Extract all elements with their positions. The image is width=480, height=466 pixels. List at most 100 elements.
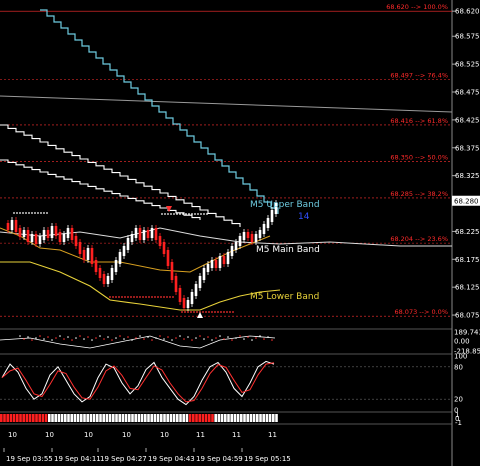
fib-label: 68.350 --> 50.0% [390, 154, 448, 162]
candle-body [30, 234, 34, 242]
fib-label: 68.620 --> 100.0% [386, 3, 448, 11]
candle-body [86, 248, 90, 260]
lower-band-line [0, 261, 281, 311]
current-price-label: 68.280 [454, 198, 479, 206]
candle-body [18, 228, 22, 237]
candle-body [46, 230, 50, 238]
signal-block [9, 414, 13, 422]
marker-dot [133, 296, 135, 298]
signal-block [92, 414, 96, 422]
ind1-dot [143, 338, 145, 340]
ind1-dot [139, 335, 141, 337]
ind1-dot [187, 336, 189, 338]
marker-dot [194, 213, 196, 215]
hour-label: 11 [196, 431, 205, 439]
candle-body [62, 234, 66, 242]
signal-block [211, 414, 214, 422]
marker-dot [161, 213, 163, 215]
marker-dot [154, 296, 156, 298]
time-label: 19 Sep 04:59 [196, 455, 243, 463]
ind1-dot [171, 339, 173, 341]
marker-dot [139, 296, 141, 298]
time-axis: 10 10 10 10 10 11 11 11 19 Sep 03:55 19 Sep 04:11… [3, 431, 291, 463]
signal-block [188, 414, 192, 422]
candle-body [238, 236, 242, 246]
price-tick-label: 68.175 [455, 256, 480, 264]
time-label: 19 Sep 04:11 [54, 455, 101, 463]
marker-dot [214, 311, 216, 313]
candle-body [254, 234, 258, 242]
candle-body [134, 228, 138, 238]
ind1-dot [219, 335, 221, 337]
ind1-dot [23, 338, 25, 340]
signal-block [44, 414, 48, 422]
signal-block [208, 414, 211, 422]
marker-dot [22, 212, 24, 214]
ind1-dot [111, 339, 113, 341]
ind1-dot [203, 338, 205, 340]
signal-block [227, 414, 230, 422]
marker-dot [142, 296, 144, 298]
candle-body [26, 230, 30, 242]
ind1-dot [163, 338, 165, 340]
ind1-dot [199, 335, 201, 337]
marker-dot [190, 311, 192, 313]
ind1-dot [43, 338, 45, 340]
signal-block [35, 414, 38, 422]
ind1-dot [59, 335, 61, 337]
marker-dot [205, 311, 207, 313]
candle-body [154, 228, 158, 240]
marker-dot [206, 213, 208, 215]
ind1-dot [27, 336, 29, 338]
marker-dot [43, 212, 45, 214]
time-label: 19 Sep 04:43 [148, 455, 195, 463]
candle-body [6, 223, 10, 230]
price-tick-label: 68.375 [455, 144, 480, 152]
price-tick-label: 68.325 [455, 172, 480, 180]
marker-dot [187, 311, 189, 313]
candle-body [50, 226, 54, 238]
signal-block [19, 414, 22, 422]
candle-body [70, 228, 74, 240]
signal-block [128, 414, 131, 422]
candle-body [190, 292, 194, 304]
candle-body [198, 276, 202, 288]
ind1-dot [159, 335, 161, 337]
hour-label: 10 [45, 431, 54, 439]
price-tick-label: 68.125 [455, 284, 480, 292]
signal-block [16, 414, 19, 422]
signal-block [41, 414, 45, 422]
signal-block [160, 414, 163, 422]
candle-body [138, 228, 142, 240]
marker-dot [232, 311, 234, 313]
signal-block [83, 414, 86, 422]
ind1-dot [31, 339, 33, 341]
indicator-pane-1: 189.7430.00-218.852 [0, 329, 480, 356]
marker-dot [136, 296, 138, 298]
candle-body [242, 232, 246, 240]
ind1-dot [19, 335, 21, 337]
trend-lines [0, 95, 453, 113]
marker-dot [208, 311, 210, 313]
ind1-axis-label: 0.00 [454, 338, 470, 346]
signal-block [73, 414, 77, 422]
marker-dot [193, 311, 195, 313]
signal-block [99, 414, 102, 422]
signal-block [195, 414, 198, 422]
signal-block [240, 414, 243, 422]
ind1-dot [179, 335, 181, 337]
marker-dot [196, 311, 198, 313]
ind1-dot [247, 336, 249, 338]
price-axis: 68.620 68.575 68.525 68.475 68.425 68.375 68.3… [452, 8, 480, 320]
marker-dot [169, 296, 171, 298]
marker-dot [19, 212, 21, 214]
marker-dot [182, 213, 184, 215]
price-chart[interactable]: 68.620 --> 100.0% 68.497 --> 76.4% 68.416 … [0, 0, 480, 466]
candle-body [94, 260, 98, 272]
ind1-dot [135, 337, 137, 339]
signal-block [259, 414, 262, 422]
candle-body [150, 228, 154, 238]
marker-dot [16, 212, 18, 214]
signal-block [153, 414, 157, 422]
hour-label: 10 [84, 431, 93, 439]
